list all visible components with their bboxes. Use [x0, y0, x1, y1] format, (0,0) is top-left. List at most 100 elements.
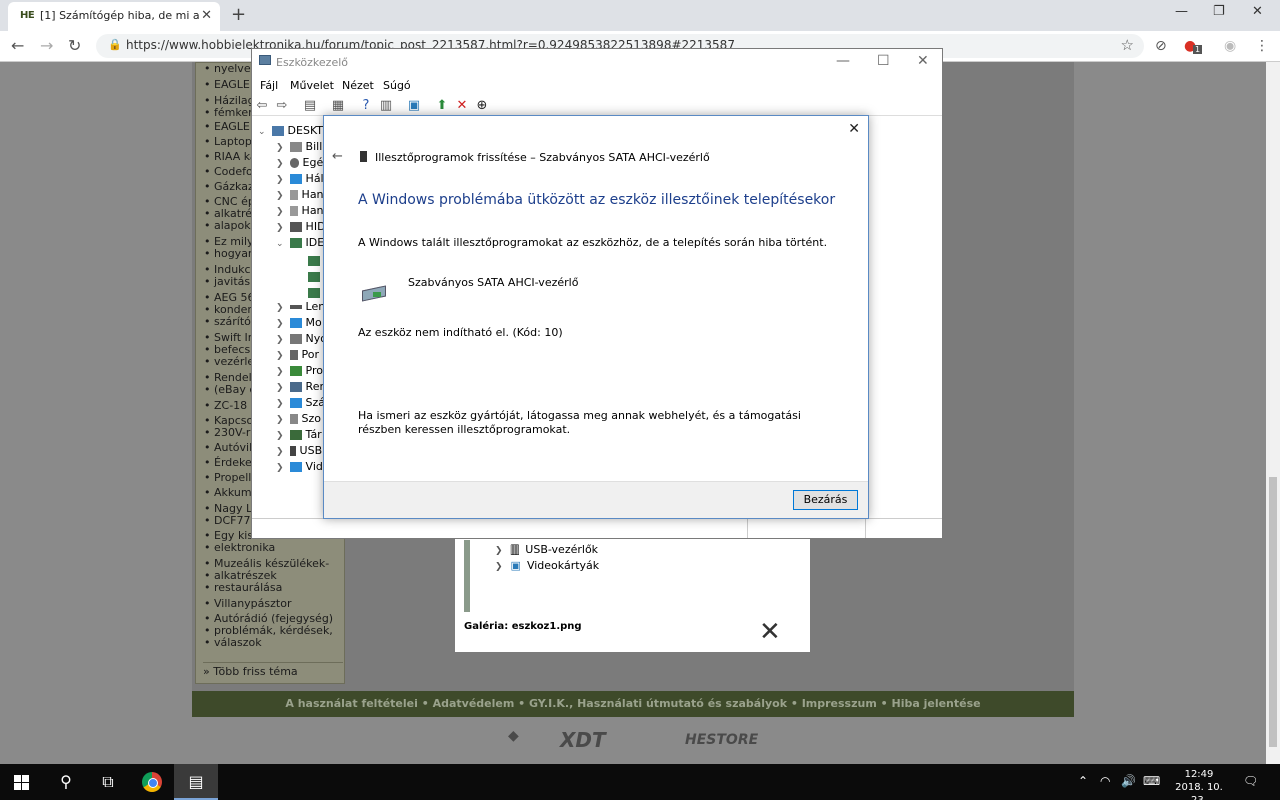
- new-tab-icon[interactable]: +: [231, 4, 246, 25]
- sidebar-topic[interactable]: restaurálása: [204, 582, 344, 595]
- block-icon[interactable]: ⊘: [1155, 38, 1167, 54]
- scrollbar-thumb[interactable]: [1269, 477, 1277, 747]
- controller-device-icon[interactable]: [308, 256, 320, 266]
- profile-avatar-icon[interactable]: ◉: [1224, 38, 1236, 54]
- start-button[interactable]: [0, 764, 44, 800]
- more-topics-link[interactable]: » Több friss téma: [203, 662, 343, 678]
- sponsor-logo-icon[interactable]: ◆: [508, 728, 519, 744]
- mouse-icon: [289, 158, 299, 168]
- bookmark-star-icon[interactable]: ☆: [1121, 36, 1134, 54]
- tree-item[interactable]: ❯ Nyo: [276, 332, 327, 345]
- ide-controller-icon: [289, 238, 302, 248]
- dialog-back-icon[interactable]: ←: [332, 149, 343, 164]
- gallery-tree-row: ❯ ▣ Videokártyák: [495, 559, 599, 572]
- tree-item-label: IDE: [305, 236, 325, 249]
- speaker-icon: [289, 190, 298, 200]
- gallery-row-label: Videokártyák: [526, 559, 600, 572]
- menu-view[interactable]: Nézet: [342, 79, 374, 92]
- close-icon[interactable]: ✕: [917, 53, 929, 69]
- menu-action[interactable]: Művelet: [290, 79, 334, 92]
- search-icon[interactable]: ⚲: [44, 764, 88, 800]
- chrome-taskbar-button[interactable]: [130, 764, 174, 800]
- tree-item[interactable]: ❯ USB: [276, 444, 322, 457]
- tree-item[interactable]: ❯ Mo: [276, 316, 322, 329]
- view-list-icon[interactable]: ▥: [378, 98, 394, 114]
- tab-close-icon[interactable]: ✕: [201, 8, 212, 23]
- tree-item[interactable]: ❯ Bill: [276, 140, 322, 153]
- system-clock[interactable]: 12:49 2018. 10. 23.: [1170, 768, 1228, 800]
- xdt-logo[interactable]: XDT: [560, 728, 606, 752]
- task-view-icon[interactable]: ⧉: [86, 764, 130, 800]
- keyboard-icon[interactable]: ⌨: [1143, 774, 1160, 788]
- tree-item[interactable]: ❯ Len: [276, 300, 325, 313]
- restore-icon[interactable]: ❐: [1213, 4, 1225, 19]
- dialog-close-icon[interactable]: ✕: [848, 121, 860, 137]
- gallery-close-icon[interactable]: ✕: [759, 617, 781, 647]
- tree-item[interactable]: ❯ HID: [276, 220, 326, 233]
- back-arrow-icon[interactable]: ⇦: [254, 98, 270, 114]
- tree-item-label: Vid: [305, 460, 323, 473]
- site-favicon-icon: HE: [20, 10, 35, 21]
- disable-device-icon[interactable]: ⊕: [474, 98, 490, 114]
- dialog-message: A Windows talált illesztőprogramokat az …: [358, 236, 828, 249]
- chevron-right-icon: ❯: [276, 335, 284, 345]
- gallery-image-edge: [464, 540, 470, 612]
- tree-item[interactable]: ❯ Szo: [276, 412, 321, 425]
- wifi-icon[interactable]: ◠: [1100, 774, 1110, 788]
- volume-icon[interactable]: 🔊: [1121, 774, 1136, 788]
- tree-item[interactable]: ❯ Szá: [276, 396, 325, 409]
- hestore-logo[interactable]: HESTORE: [685, 732, 758, 748]
- chevron-right-icon: ❯: [276, 367, 284, 377]
- tree-item[interactable]: ❯ Vid: [276, 460, 323, 473]
- chevron-right-icon: ❯: [276, 143, 284, 153]
- maximize-icon[interactable]: ☐: [877, 53, 890, 69]
- page-scrollbar[interactable]: [1266, 62, 1280, 764]
- video-card-icon: ▣: [510, 559, 521, 572]
- scan-hardware-icon[interactable]: ▣: [406, 98, 422, 114]
- forward-icon[interactable]: →: [40, 36, 53, 55]
- gallery-popup: ❯ 🀫 USB-vezérlők ❯ ▣ Videokártyák Galéria: e…: [455, 535, 810, 652]
- tree-item[interactable]: ❯ Han: [276, 204, 324, 217]
- tree-item[interactable]: ❯ Egé: [276, 156, 323, 169]
- dialog-heading: A Windows problémába ütközött az eszköz …: [358, 192, 836, 208]
- tree-item[interactable]: ❯ Tár: [276, 428, 322, 441]
- tree-root[interactable]: ⌄ DESKTO: [258, 124, 332, 137]
- site-footer[interactable]: A használat feltételei • Adatvédelem • G…: [192, 691, 1074, 717]
- chevron-right-icon: ❯: [276, 399, 284, 409]
- sidebar-topic[interactable]: Villanypásztor: [204, 598, 344, 611]
- device-manager-titlebar[interactable]: Eszközkezelő — ☐ ✕: [252, 49, 942, 76]
- chevron-down-icon: ⌄: [276, 239, 284, 249]
- tree-item[interactable]: ❯ Por: [276, 348, 319, 361]
- minimize-icon[interactable]: —: [1175, 4, 1188, 19]
- tree-item[interactable]: ❯ Pro: [276, 364, 323, 377]
- close-button[interactable]: Bezárás: [793, 490, 858, 510]
- menu-help[interactable]: Súgó: [383, 79, 411, 92]
- tray-chevron-up-icon[interactable]: ⌃: [1078, 774, 1088, 788]
- tree-item-label: Han: [301, 204, 324, 217]
- back-icon[interactable]: ←: [11, 36, 24, 55]
- close-window-icon[interactable]: ✕: [1252, 4, 1263, 19]
- tree-item-label: Egé: [302, 156, 324, 169]
- show-hide-tree-icon[interactable]: ▤: [302, 98, 318, 114]
- sidebar-topic[interactable]: elektronika: [204, 542, 344, 555]
- uninstall-icon[interactable]: ✕: [454, 98, 470, 114]
- menu-kebab-icon[interactable]: ⋮: [1255, 38, 1269, 54]
- tree-item-label: Han: [301, 188, 324, 201]
- browser-tab[interactable]: HE [1] Számítógép hiba, de mi a pro ✕: [8, 2, 220, 31]
- controller-device-icon[interactable]: [308, 272, 320, 282]
- tree-item[interactable]: ❯ Ren: [276, 380, 326, 393]
- update-driver-icon[interactable]: ⬆: [434, 98, 450, 114]
- menu-file[interactable]: Fájl: [260, 79, 278, 92]
- device-manager-taskbar-icon[interactable]: ▤: [174, 764, 218, 800]
- tree-item[interactable]: ❯ Han: [276, 188, 324, 201]
- forward-arrow-icon[interactable]: ⇨: [274, 98, 290, 114]
- controller-device-icon[interactable]: [308, 288, 320, 298]
- minimize-icon[interactable]: —: [836, 53, 850, 69]
- reload-icon[interactable]: ↻: [68, 36, 81, 55]
- help-icon[interactable]: ?: [358, 98, 374, 114]
- sidebar-topic[interactable]: válaszok: [204, 637, 344, 650]
- tree-item[interactable]: ⌄ IDE: [276, 236, 324, 249]
- tree-item[interactable]: ❯ Hál: [276, 172, 324, 185]
- notification-icon[interactable]: 🗨: [1243, 774, 1258, 788]
- properties-icon[interactable]: ▦: [330, 98, 346, 114]
